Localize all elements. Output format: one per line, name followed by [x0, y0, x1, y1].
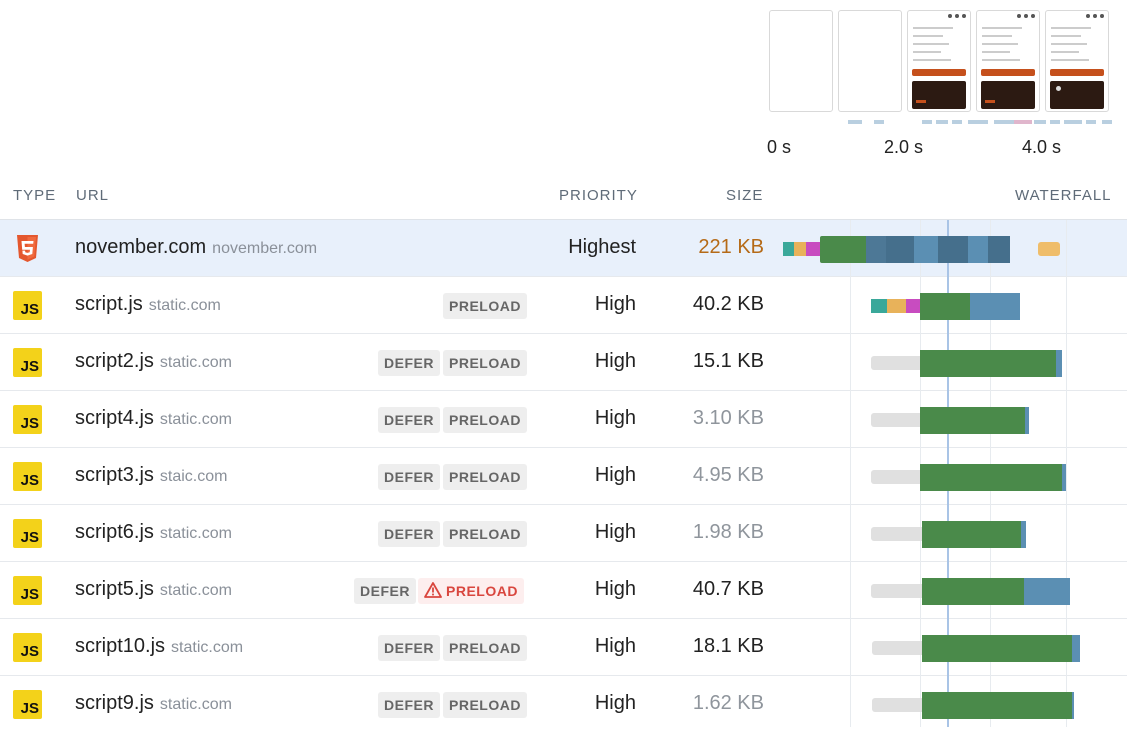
filmstrip-frame[interactable]	[1045, 10, 1109, 112]
request-host: staic.com	[159, 468, 228, 485]
time-label-0: 0 s	[767, 137, 792, 157]
javascript-icon: JS	[13, 690, 42, 719]
preload-badge: PRELOAD	[443, 464, 527, 490]
preload-badge: PRELOAD	[443, 635, 527, 661]
javascript-icon: JS	[13, 519, 42, 548]
filmstrip-timeline-ticks	[848, 120, 1113, 125]
request-host: static.com	[159, 582, 232, 599]
request-url[interactable]: script4.js static.com	[75, 407, 232, 430]
html5-icon	[17, 235, 38, 262]
javascript-icon: JS	[13, 291, 42, 320]
warning-icon	[424, 582, 442, 598]
request-priority: High	[594, 635, 636, 657]
request-host: static.com	[159, 411, 232, 428]
preload-badge: PRELOAD	[443, 350, 527, 376]
table-row[interactable]: november.com november.com Highest 221 KB	[0, 220, 1127, 277]
defer-badge: DEFER	[378, 635, 440, 661]
request-url[interactable]: script5.js static.com	[75, 578, 232, 601]
table-header: TYPE URL PRIORITY SIZE WATERFALL	[0, 183, 1127, 219]
preload-badge: PRELOAD	[443, 692, 527, 718]
request-host: static.com	[171, 639, 244, 656]
time-label-2s: 2.0 s	[884, 137, 924, 157]
table-row[interactable]: JS script4.js static.com DEFER PRELOAD Hi…	[0, 391, 1127, 448]
request-url[interactable]: script2.js static.com	[75, 350, 232, 373]
request-url[interactable]: november.com november.com	[75, 236, 317, 259]
table-row[interactable]: JS script5.js static.com DEFER PRELOAD Hi…	[0, 562, 1127, 619]
request-size: 15.1 KB	[692, 350, 764, 372]
request-priority: High	[594, 464, 636, 486]
filmstrip-frame[interactable]	[769, 10, 833, 112]
defer-badge: DEFER	[378, 407, 440, 433]
javascript-icon: JS	[13, 633, 42, 662]
defer-badge: DEFER	[378, 692, 440, 718]
javascript-icon: JS	[13, 405, 42, 434]
request-size: 1.62 KB	[692, 692, 764, 714]
table-row[interactable]: JS script6.js static.com DEFER PRELOAD Hi…	[0, 505, 1127, 562]
request-size: 40.2 KB	[692, 293, 764, 315]
javascript-icon: JS	[13, 462, 42, 491]
request-size: 221 KB	[698, 236, 764, 258]
request-host: static.com	[159, 696, 232, 713]
filmstrip-frame[interactable]	[838, 10, 902, 112]
request-size: 18.1 KB	[692, 635, 764, 657]
request-priority: High	[594, 293, 636, 315]
filmstrip-frame[interactable]	[907, 10, 971, 112]
column-header-url[interactable]: URL	[76, 187, 109, 204]
request-priority: Highest	[568, 236, 636, 258]
request-size: 1.98 KB	[692, 521, 764, 543]
table-row[interactable]: JS script3.js staic.com DEFER PRELOAD Hig…	[0, 448, 1127, 505]
request-size: 40.7 KB	[692, 578, 764, 600]
request-priority: High	[594, 692, 636, 714]
request-priority: High	[594, 407, 636, 429]
preload-warning-badge[interactable]: PRELOAD	[418, 578, 524, 604]
time-label-4s: 4.0 s	[1022, 137, 1062, 157]
defer-badge: DEFER	[378, 521, 440, 547]
request-url[interactable]: script3.js staic.com	[75, 464, 227, 487]
column-header-size[interactable]: SIZE	[726, 187, 763, 204]
filmstrip-frame[interactable]	[976, 10, 1040, 112]
column-header-priority[interactable]: PRIORITY	[559, 187, 638, 204]
request-priority: High	[594, 578, 636, 600]
defer-badge: DEFER	[378, 464, 440, 490]
javascript-icon: JS	[13, 576, 42, 605]
javascript-icon: JS	[13, 348, 42, 377]
request-url[interactable]: script.js static.com	[75, 293, 221, 316]
table-row[interactable]: JS script.js static.com PRELOAD High 40.2…	[0, 277, 1127, 334]
preload-badge: PRELOAD	[443, 293, 527, 319]
request-url[interactable]: script6.js static.com	[75, 521, 232, 544]
defer-badge: DEFER	[354, 578, 416, 604]
preload-badge: PRELOAD	[443, 407, 527, 433]
request-size: 4.95 KB	[692, 464, 764, 486]
request-size: 3.10 KB	[692, 407, 764, 429]
column-header-type[interactable]: TYPE	[13, 187, 56, 204]
request-url[interactable]: script9.js static.com	[75, 692, 232, 715]
request-priority: High	[594, 521, 636, 543]
request-host: static.com	[159, 525, 232, 542]
request-host: static.com	[148, 297, 221, 314]
defer-badge: DEFER	[378, 350, 440, 376]
table-row[interactable]: JS script9.js static.com DEFER PRELOAD Hi…	[0, 676, 1127, 733]
table-row[interactable]: JS script10.js static.com DEFER PRELOAD H…	[0, 619, 1127, 676]
filmstrip	[768, 10, 1113, 115]
request-host: november.com	[212, 240, 318, 257]
table-row[interactable]: JS script2.js static.com DEFER PRELOAD Hi…	[0, 334, 1127, 391]
request-url[interactable]: script10.js static.com	[75, 635, 243, 658]
preload-badge: PRELOAD	[443, 521, 527, 547]
column-header-waterfall[interactable]: WATERFALL	[1015, 187, 1112, 204]
request-host: static.com	[159, 354, 232, 371]
request-priority: High	[594, 350, 636, 372]
